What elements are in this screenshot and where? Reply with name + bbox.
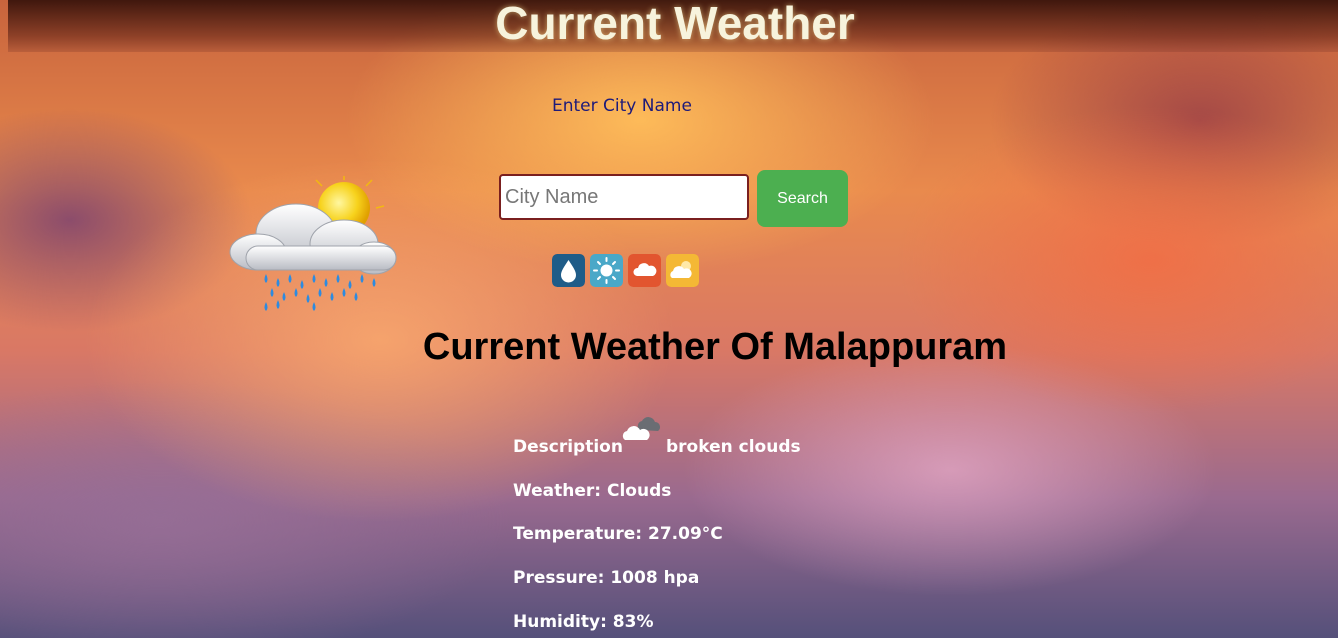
city-input-label: Enter City Name <box>552 96 692 116</box>
description-label: Description <box>513 437 623 457</box>
city-name-input[interactable] <box>499 174 749 220</box>
broken-clouds-icon <box>622 417 660 440</box>
temperature-value: Temperature: 27.09°C <box>513 524 723 544</box>
weather-illustration-icon <box>229 176 397 311</box>
page-title: Current Weather <box>495 0 855 49</box>
pressure-value: Pressure: 1008 hpa <box>513 568 700 588</box>
weather-icon-row <box>552 254 699 287</box>
sun-icon <box>590 254 623 287</box>
description-value: broken clouds <box>666 437 801 457</box>
humidity-value: Humidity: 83% <box>513 612 654 632</box>
partly-cloudy-icon <box>666 254 699 287</box>
search-button[interactable]: Search <box>757 170 848 227</box>
weather-condition: Weather: Clouds <box>513 481 672 501</box>
city-weather-heading: Current Weather Of Malappuram <box>422 326 1008 368</box>
cloud-icon <box>628 254 661 287</box>
water-drop-icon <box>552 254 585 287</box>
